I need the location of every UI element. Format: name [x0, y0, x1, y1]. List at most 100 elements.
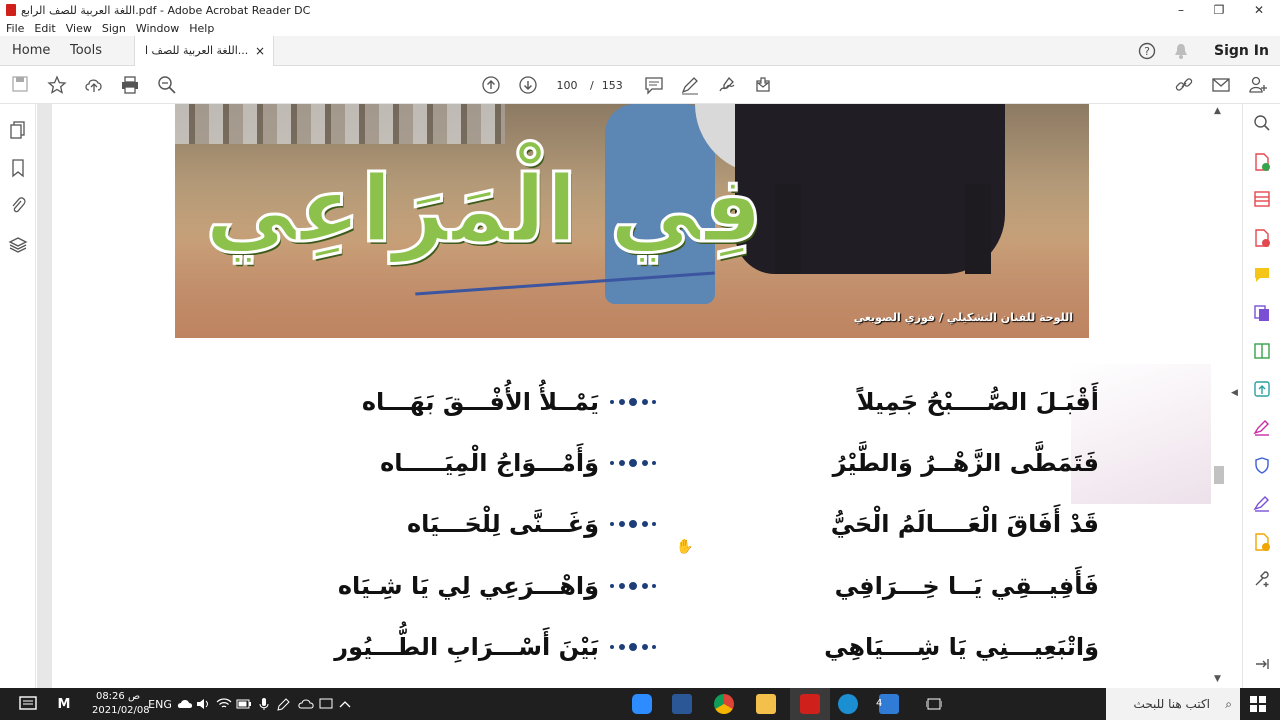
menu-sign[interactable]: Sign	[102, 22, 126, 35]
menu-view[interactable]: View	[66, 22, 92, 35]
verse-second-hemistich: وَغَـــنَّى لِلْحَـــيَاه	[406, 510, 599, 538]
pages-icon[interactable]	[8, 120, 28, 140]
language-indicator[interactable]: ENG	[148, 694, 172, 714]
verse-first-hemistich: فَتَمَطَّى الزَّهْــرُ وَالطَّيْرُ	[832, 449, 1099, 477]
upload-icon[interactable]	[84, 75, 104, 95]
mail-app-icon[interactable]: 4	[874, 694, 904, 714]
notification-center-icon[interactable]	[18, 694, 38, 714]
scan-icon[interactable]	[1252, 532, 1272, 552]
bookmarks-icon[interactable]	[8, 158, 28, 178]
add-user-icon[interactable]	[1248, 75, 1268, 95]
tab-home[interactable]: Home	[12, 36, 50, 66]
pdf-page: فِي الْمَرَاعِي اللوحة للفنان التشكيلي /…	[52, 104, 1211, 688]
expand-icon[interactable]	[1252, 656, 1272, 676]
edit-pdf-icon[interactable]	[1252, 228, 1272, 248]
poem-verse: قَدْ أَفَاقَ الْعَــــالَمُ الْحَيُّ وَغ…	[52, 504, 1211, 544]
organize-icon[interactable]	[1252, 342, 1272, 362]
help-icon[interactable]: ?	[1138, 36, 1156, 66]
link-icon[interactable]	[1174, 75, 1194, 95]
word-app-icon[interactable]	[672, 694, 692, 714]
sign-in-button[interactable]: Sign In	[1214, 36, 1269, 66]
chrome-app-icon[interactable]	[714, 694, 734, 714]
attachments-icon[interactable]	[8, 195, 28, 215]
layers-icon[interactable]	[8, 235, 28, 255]
more-tools-icon[interactable]	[1252, 570, 1272, 590]
create-pdf-icon[interactable]	[1252, 190, 1272, 210]
close-window-button[interactable]: ✕	[1240, 0, 1278, 20]
acrobat-taskbar-icon[interactable]	[790, 688, 830, 720]
document-tab-label: اللغة العربية للصف ا...	[145, 44, 249, 57]
sign-icon[interactable]	[717, 75, 737, 95]
file-explorer-icon[interactable]	[756, 694, 776, 714]
save-icon[interactable]	[10, 75, 30, 95]
vertical-scrollbar[interactable]: ▲ ▼	[1211, 104, 1227, 688]
microphone-icon[interactable]	[258, 694, 270, 714]
menu-help[interactable]: Help	[189, 22, 214, 35]
verse-separator	[610, 456, 656, 470]
maximize-button[interactable]: ❐	[1200, 0, 1238, 20]
system-clock[interactable]: 08:26 ص 2021/02/08	[92, 690, 150, 718]
left-navigation-rail	[0, 104, 36, 688]
pen-icon[interactable]	[680, 75, 700, 95]
share-icon[interactable]	[753, 75, 773, 95]
task-view-icon[interactable]	[924, 694, 944, 714]
screen-tray-icon[interactable]	[318, 694, 334, 714]
tab-tools[interactable]: Tools	[70, 36, 102, 66]
edge-app-icon[interactable]	[838, 694, 858, 714]
svg-text:?: ?	[1144, 45, 1150, 58]
comment-icon[interactable]	[644, 75, 664, 95]
protect-icon[interactable]	[1252, 456, 1272, 476]
page-navigator: 100 / 153	[552, 75, 623, 95]
comment-tool-icon[interactable]	[1252, 266, 1272, 286]
bookmark-star-icon[interactable]	[47, 75, 67, 95]
acrobat-icon	[6, 4, 16, 16]
print-icon[interactable]	[120, 75, 140, 95]
menu-bar: File Edit View Sign Window Help	[0, 20, 1280, 36]
ime-icon[interactable]: M	[52, 694, 76, 714]
zoom-app-icon[interactable]	[632, 694, 652, 714]
notification-bell-icon[interactable]	[1173, 36, 1189, 66]
page-up-icon[interactable]	[481, 75, 501, 95]
title-bar: اللغة العربية للصف الرابع.pdf - Adobe Ac…	[0, 0, 1280, 20]
onedrive-icon[interactable]	[176, 694, 194, 714]
close-tab-icon[interactable]: ×	[255, 36, 265, 66]
verse-second-hemistich: وَاهْـــرَعِي لِي يَا شِـيَاه	[337, 572, 599, 600]
compress-icon[interactable]	[1252, 380, 1272, 400]
show-hidden-icons[interactable]	[338, 694, 352, 714]
wifi-icon[interactable]	[216, 694, 232, 714]
mail-icon[interactable]	[1211, 75, 1231, 95]
poem-verse: فَتَمَطَّى الزَّهْــرُ وَالطَّيْرُ وَأَم…	[52, 443, 1211, 483]
tab-document[interactable]: اللغة العربية للصف ا... ×	[134, 36, 274, 66]
zoom-tool-icon[interactable]	[1252, 114, 1272, 134]
document-viewport[interactable]: فِي الْمَرَاعِي اللوحة للفنان التشكيلي /…	[37, 104, 1211, 688]
volume-icon[interactable]	[196, 694, 210, 714]
fill-sign-icon[interactable]	[1252, 418, 1272, 438]
poem-verse: وَاتْبَعِيـــنِي يَا شِــــيَاهِي بَيْنَ…	[52, 627, 1211, 667]
scroll-down-icon[interactable]: ▼	[1214, 674, 1221, 684]
taskbar-search-box[interactable]: اكتب هنا للبحث ⌕	[1106, 688, 1240, 720]
menu-file[interactable]: File	[6, 22, 24, 35]
cloud-sync-icon[interactable]	[298, 694, 314, 714]
taskbar: M 08:26 ص 2021/02/08 ENG 4 اكتب هنا للبح…	[0, 688, 1280, 720]
verse-first-hemistich: فَأَفِيــقِي يَــا خِـــرَافِي	[834, 572, 1099, 600]
zoom-icon[interactable]	[157, 75, 177, 95]
start-button[interactable]	[1248, 694, 1268, 714]
sign-tool-icon[interactable]	[1252, 494, 1272, 514]
page-down-icon[interactable]	[518, 75, 538, 95]
right-panel-toggle-icon[interactable]: ◀	[1231, 388, 1238, 398]
menu-window[interactable]: Window	[136, 22, 179, 35]
edit-tray-icon[interactable]	[276, 694, 292, 714]
scrollbar-thumb[interactable]	[1214, 466, 1224, 484]
battery-icon[interactable]	[236, 694, 252, 714]
mail-badge: 4	[876, 698, 883, 709]
export-pdf-icon[interactable]	[1252, 152, 1272, 172]
current-page-input[interactable]: 100	[552, 79, 582, 92]
minimize-button[interactable]: –	[1162, 0, 1200, 20]
verse-separator	[610, 395, 656, 409]
verse-separator	[610, 517, 656, 531]
scroll-up-icon[interactable]: ▲	[1214, 106, 1221, 116]
combine-icon[interactable]	[1252, 304, 1272, 324]
page-separator: /	[590, 78, 594, 92]
verse-separator	[610, 579, 656, 593]
menu-edit[interactable]: Edit	[34, 22, 55, 35]
